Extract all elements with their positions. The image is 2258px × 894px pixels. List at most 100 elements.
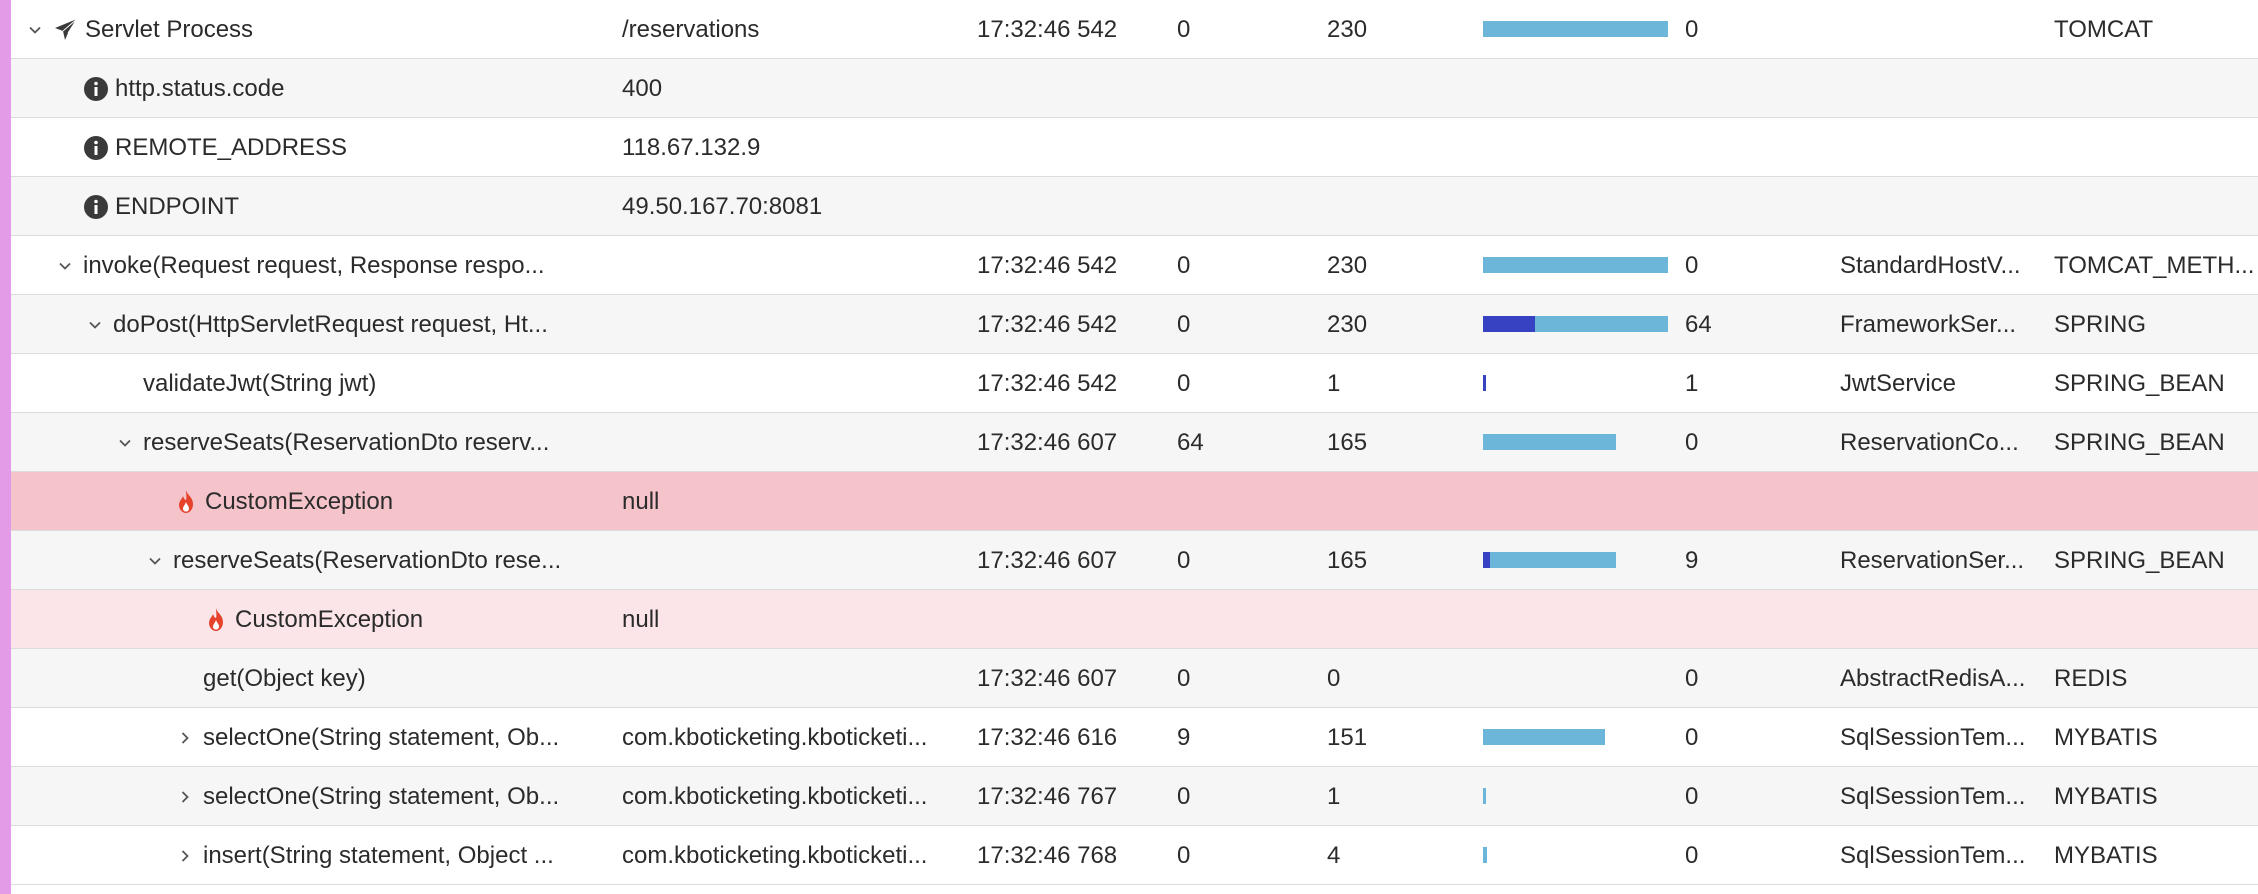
method-name-cell: Servlet Process (11, 0, 611, 59)
exec-bar-cell (1483, 590, 1668, 649)
method-name-cell: invoke(Request request, Response respo..… (11, 236, 611, 295)
elapsed-cell: 230 (1327, 311, 1368, 338)
exec-bar (1483, 21, 1668, 37)
chevron-down-icon[interactable] (145, 551, 165, 571)
table-row[interactable]: http.status.code 400 (11, 59, 2258, 118)
chevron-down-icon[interactable] (25, 20, 45, 40)
method-name-cell: selectOne(String statement, Ob... (11, 708, 611, 767)
gap-cell: 0 (1177, 370, 1191, 397)
elapsed-cell (1327, 118, 1447, 177)
table-row[interactable]: invoke(Request request, Response respo..… (11, 236, 2258, 295)
elapsed-cell: 1 (1327, 783, 1341, 810)
elapsed-cell: 1 (1327, 370, 1341, 397)
info-icon (83, 76, 109, 102)
argument-cell: 118.67.132.9 (622, 134, 761, 161)
table-row[interactable]: selectOne(String statement, Ob... com.kbo… (11, 708, 2258, 767)
exec-bar-cell (1483, 236, 1668, 295)
self-time-cell: 0 (1685, 783, 1699, 810)
gap-cell (1177, 59, 1277, 118)
start-time-cell: 17:32:46 767 (977, 783, 1118, 810)
exec-bar (1483, 316, 1668, 332)
start-time-cell (977, 472, 1137, 531)
elapsed-cell: 165 (1327, 547, 1368, 574)
call-tree: Servlet Process/reservations 17:32:46 542… (0, 0, 2258, 894)
method-name: CustomException (205, 488, 394, 515)
self-time-cell: 0 (1685, 724, 1699, 751)
self-time-bar (1483, 375, 1486, 391)
table-row[interactable]: selectOne(String statement, Ob... com.kbo… (11, 767, 2258, 826)
api-type-cell: SPRING (2054, 311, 2147, 338)
class-cell: SqlSessionTem... (1840, 724, 2026, 751)
api-type-cell: SPRING_BEAN (2054, 370, 2225, 397)
elapsed-cell: 151 (1327, 724, 1368, 751)
method-name-cell: reserveSeats(ReservationDto reserv... (11, 413, 611, 472)
self-time-cell (1685, 118, 1785, 177)
gap-cell (1177, 590, 1277, 649)
self-time-cell (1685, 177, 1785, 236)
exec-bar-cell (1483, 531, 1668, 590)
argument-cell: com.kboticketing.kboticketi... (622, 724, 928, 751)
table-row[interactable]: validateJwt(String jwt) 17:32:46 542 0 1 1 Jw… (11, 354, 2258, 413)
info-icon (83, 135, 109, 161)
method-name-cell: REMOTE_ADDRESS (11, 118, 611, 177)
class-cell: JwtService (1840, 370, 1957, 397)
chevron-right-icon[interactable] (175, 846, 195, 866)
table-row[interactable]: doPost(HttpServletRequest request, Ht...… (11, 295, 2258, 354)
chevron-down-icon[interactable] (115, 433, 135, 453)
exec-bar-cell (1483, 295, 1668, 354)
method-name-cell: CustomException (11, 590, 611, 649)
start-time-cell (977, 177, 1137, 236)
start-time-cell: 17:32:46 607 (977, 429, 1118, 456)
chevron-down-icon[interactable] (85, 315, 105, 335)
self-time-cell: 0 (1685, 842, 1699, 869)
elapsed-cell (1327, 59, 1447, 118)
start-time-cell: 17:32:46 542 (977, 252, 1118, 279)
self-time-cell: 0 (1685, 16, 1699, 43)
table-row[interactable]: get(Object key) 17:32:46 607 0 0 0 AbstractRe… (11, 649, 2258, 708)
method-name-cell: get(Object key) (11, 649, 611, 708)
chevron-right-icon[interactable] (175, 787, 195, 807)
api-type-cell: REDIS (2054, 665, 2128, 692)
table-row[interactable]: ENDPOINT 49.50.167.70:8081 (11, 177, 2258, 236)
gap-cell (1177, 177, 1277, 236)
argument-cell: null (622, 606, 660, 633)
api-type-cell (2054, 472, 2258, 531)
exec-bar-cell (1483, 354, 1668, 413)
method-name-cell: selectOne(String statement, Ob... (11, 767, 611, 826)
elapsed-cell: 0 (1327, 665, 1341, 692)
gap-cell: 0 (1177, 16, 1191, 43)
gap-cell: 0 (1177, 783, 1191, 810)
self-time-cell: 0 (1685, 252, 1699, 279)
chevron-down-icon[interactable] (55, 256, 75, 276)
table-row[interactable]: Servlet Process/reservations 17:32:46 542… (11, 0, 2258, 59)
flame-icon (173, 489, 199, 515)
api-type-cell (2054, 118, 2258, 177)
method-name-cell: http.status.code (11, 59, 611, 118)
exec-bar-cell (1483, 59, 1668, 118)
start-time-cell (977, 59, 1137, 118)
exec-bar (1483, 788, 1486, 804)
self-time-cell: 1 (1685, 370, 1699, 397)
elapsed-cell: 230 (1327, 16, 1368, 43)
gap-cell: 0 (1177, 252, 1191, 279)
api-type-cell (2054, 177, 2258, 236)
api-type-cell: SPRING_BEAN (2054, 547, 2225, 574)
exec-bar-cell (1483, 649, 1668, 708)
table-row[interactable]: reserveSeats(ReservationDto rese... 17:32… (11, 531, 2258, 590)
self-time-cell: 0 (1685, 665, 1699, 692)
method-name: invoke(Request request, Response respo..… (83, 252, 545, 279)
self-time-bar (1483, 316, 1535, 332)
method-name: Servlet Process (85, 16, 254, 43)
method-name: http.status.code (115, 75, 285, 102)
table-row[interactable]: insert(String statement, Object ... com.k… (11, 826, 2258, 885)
class-cell: FrameworkSer... (1840, 311, 2017, 338)
table-row[interactable]: CustomException null (11, 590, 2258, 649)
table-row[interactable]: reserveSeats(ReservationDto reserv... 17:… (11, 413, 2258, 472)
exec-bar-cell (1483, 708, 1668, 767)
chevron-right-icon[interactable] (175, 728, 195, 748)
table-row[interactable]: REMOTE_ADDRESS 118.67.132.9 (11, 118, 2258, 177)
table-row[interactable]: CustomException null (11, 472, 2258, 531)
class-cell (1840, 0, 2036, 59)
api-type-cell: MYBATIS (2054, 724, 2158, 751)
elapsed-cell (1327, 177, 1447, 236)
